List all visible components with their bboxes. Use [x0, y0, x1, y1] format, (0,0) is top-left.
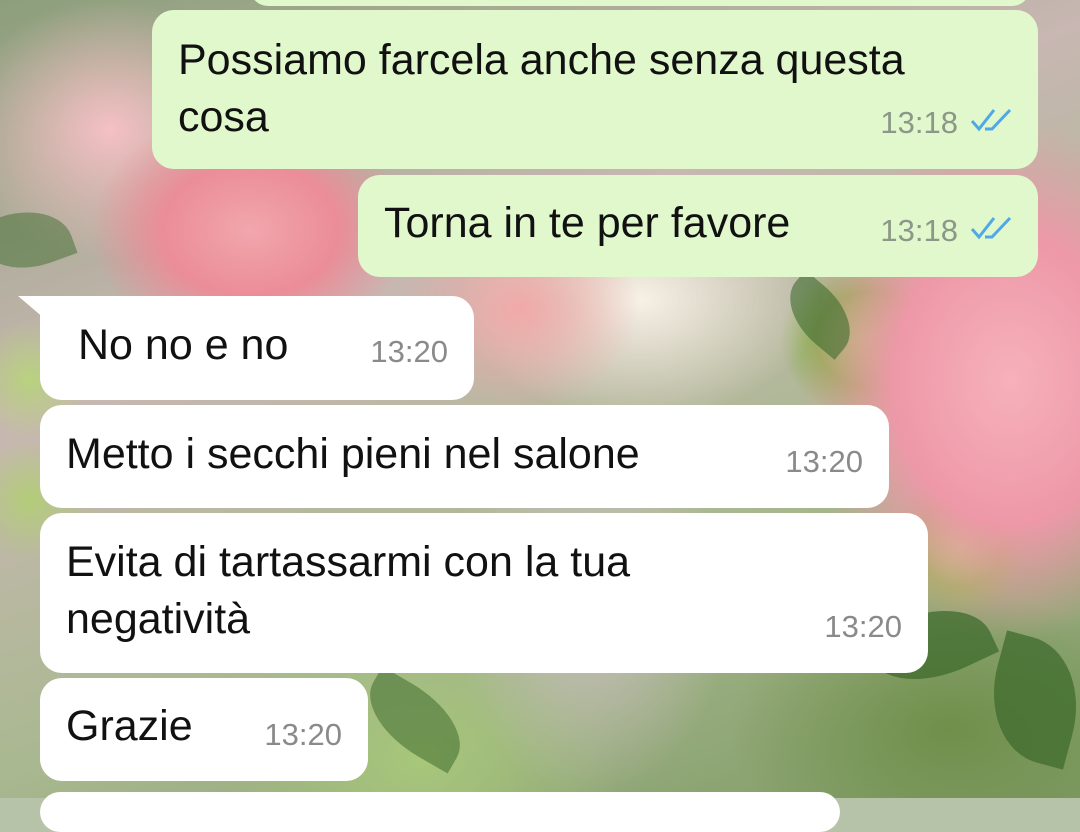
message-time: 13:20 [370, 334, 448, 369]
message-bubble-clipped[interactable] [250, 0, 1030, 6]
message-text: No no e no [78, 321, 289, 369]
message-meta: 13:20 [785, 433, 863, 490]
message-time: 13:18 [880, 105, 958, 140]
message-bubble-outgoing[interactable]: Possiamo farcela anche senza questa cosa… [152, 10, 1038, 169]
message-time: 13:20 [824, 609, 902, 644]
message-text: Evita di tartassarmi con la tua negativi… [66, 538, 631, 643]
message-time: 13:20 [264, 717, 342, 752]
message-time: 13:20 [785, 444, 863, 479]
message-meta: 13:20 [824, 598, 902, 655]
message-text: Torna in te per favore [384, 199, 791, 247]
message-text: Metto i secchi pieni nel salone [66, 430, 640, 478]
message-bubble-incoming[interactable]: No no e no 13:20 [40, 296, 474, 400]
message-meta: 13:18 [880, 94, 1016, 151]
message-meta: 13:20 [264, 706, 342, 763]
message-bubble-incoming[interactable]: Metto i secchi pieni nel salone 13:20 [40, 405, 889, 508]
message-text: Possiamo farcela anche senza questa cosa [178, 36, 905, 141]
double-check-read-icon [970, 94, 1016, 151]
message-bubble-incoming[interactable]: Evita di tartassarmi con la tua negativi… [40, 513, 928, 673]
message-text: Grazie [66, 702, 193, 750]
message-bubble-clipped[interactable] [40, 792, 840, 832]
double-check-read-icon [970, 202, 1016, 259]
message-bubble-outgoing[interactable]: Torna in te per favore 13:18 [358, 175, 1038, 277]
message-meta: 13:18 [880, 202, 1016, 259]
message-time: 13:18 [880, 213, 958, 248]
message-bubble-incoming[interactable]: Grazie 13:20 [40, 678, 368, 781]
message-meta: 13:20 [370, 323, 448, 380]
